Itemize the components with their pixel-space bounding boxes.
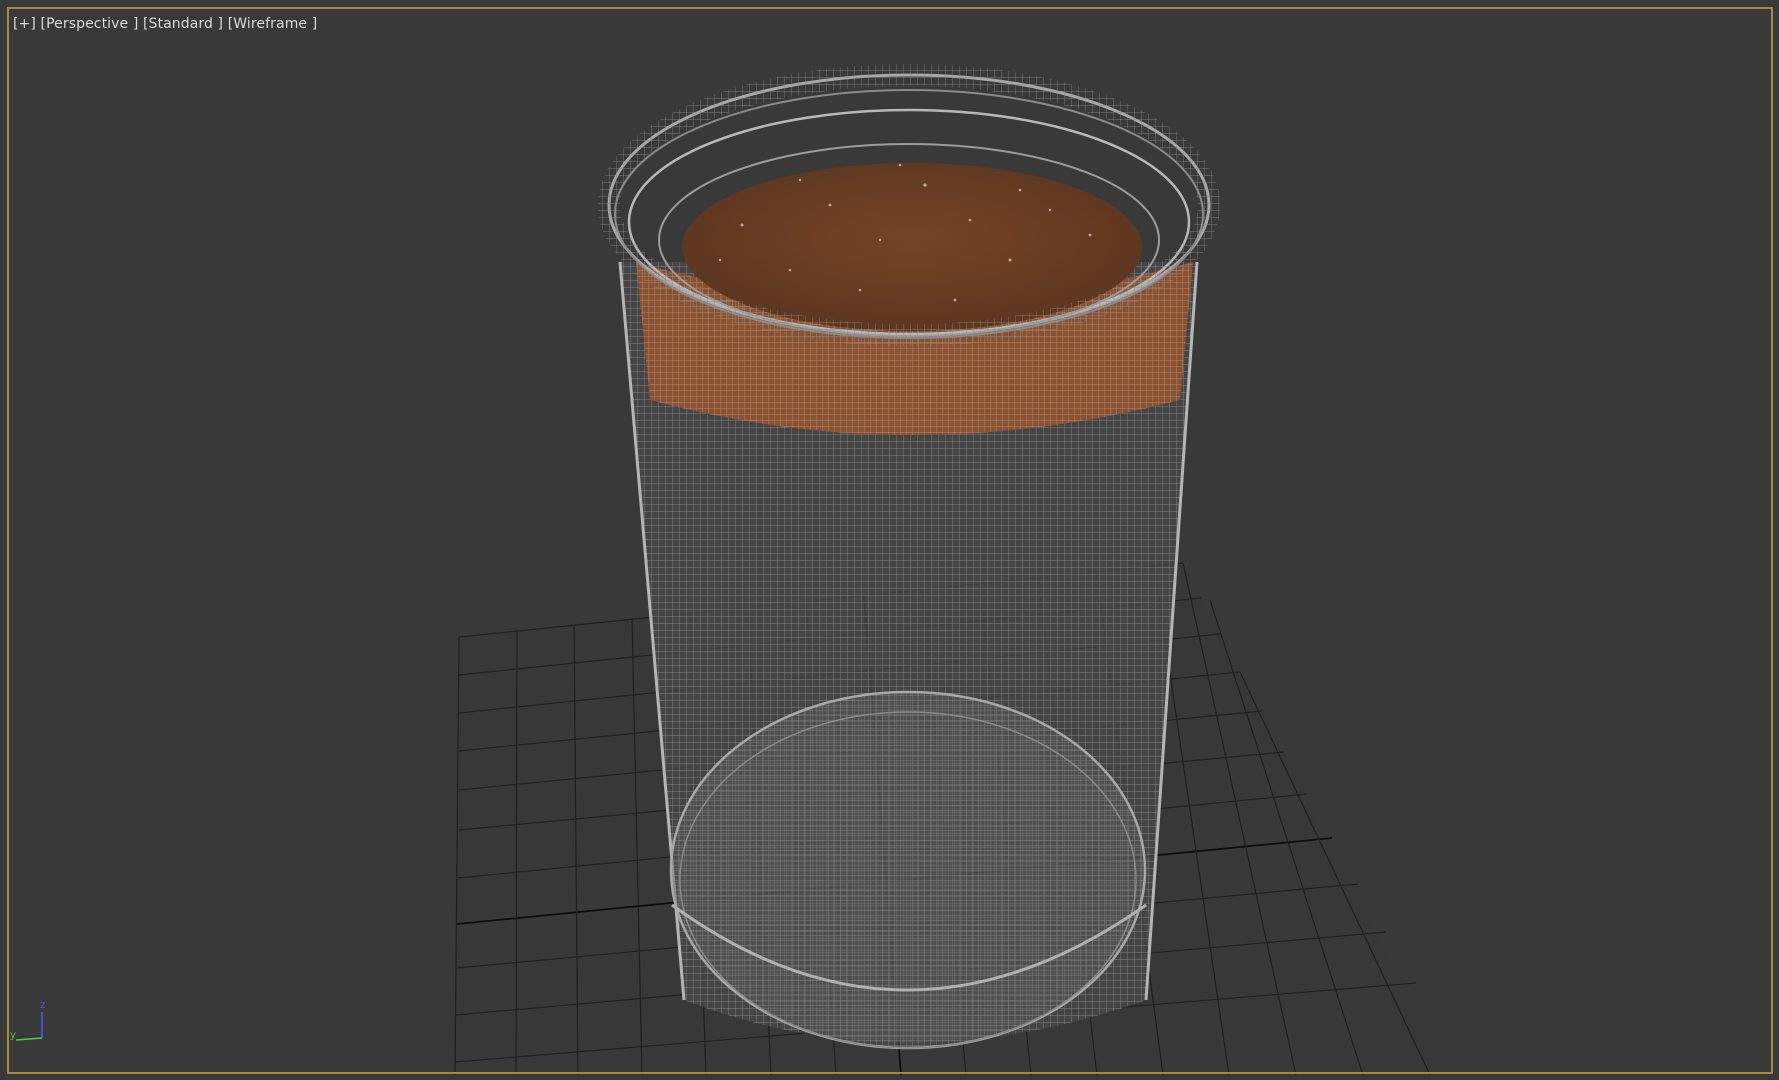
axis-z-label: z bbox=[40, 1000, 46, 1011]
viewport-perspective[interactable]: [+] [Perspective ] [Standard ] [Wirefram… bbox=[0, 0, 1779, 1080]
axis-y-label: y bbox=[10, 1030, 16, 1041]
axis-gizmo: z y bbox=[10, 1000, 50, 1045]
viewport-view-label[interactable]: [Perspective ] bbox=[41, 16, 139, 32]
viewport-display-mode-label[interactable]: [Wireframe ] bbox=[228, 16, 318, 32]
viewport-label-bar: [+] [Perspective ] [Standard ] [Wirefram… bbox=[13, 16, 317, 32]
viewport-menu-button[interactable]: [+] bbox=[13, 16, 36, 32]
scene-canvas[interactable] bbox=[0, 0, 1779, 1080]
viewport-shading-label[interactable]: [Standard ] bbox=[143, 16, 223, 32]
